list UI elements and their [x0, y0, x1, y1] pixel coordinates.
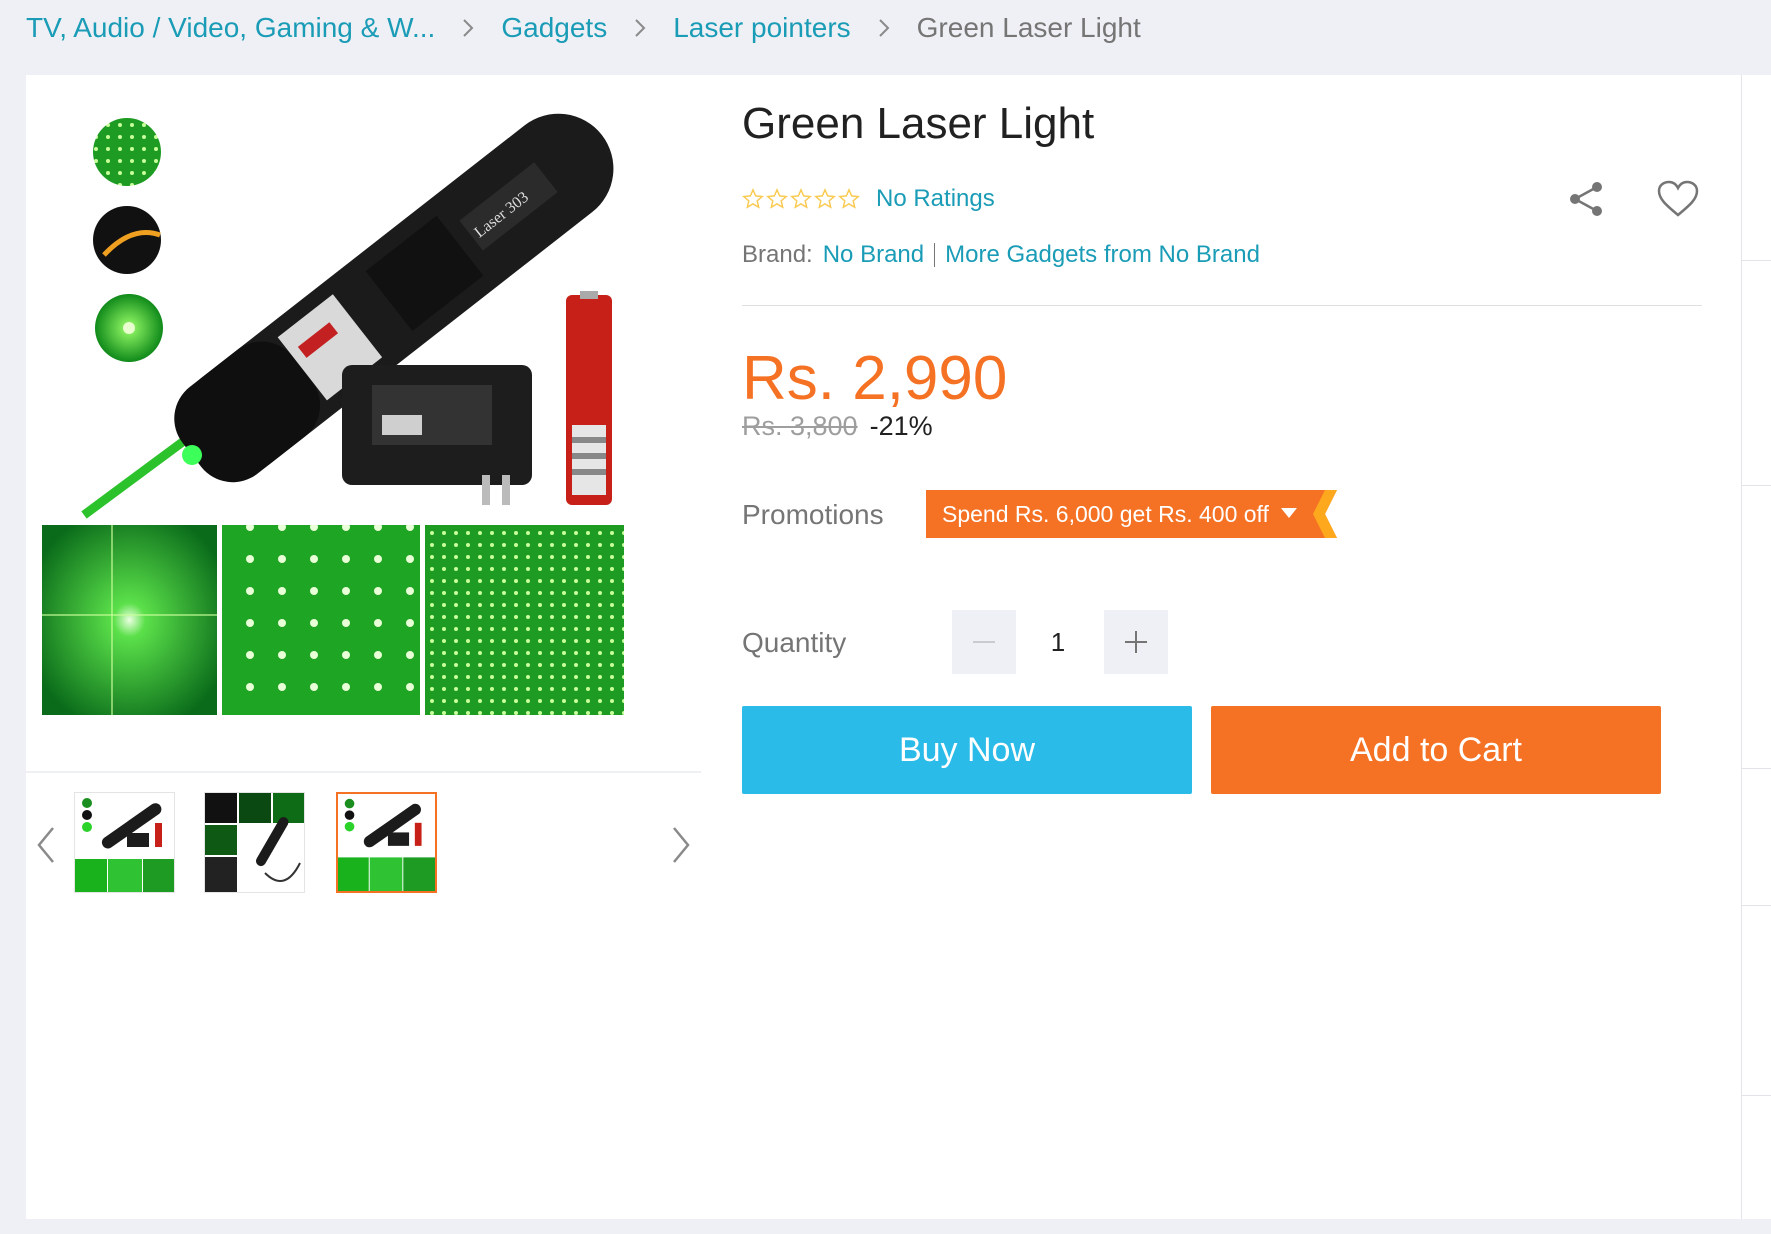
original-price-row: Rs. 3,800 -21% — [742, 411, 933, 442]
chevron-right-icon[interactable] — [661, 815, 701, 875]
star-icon — [814, 188, 836, 209]
promotion-dropdown[interactable]: Spend Rs. 6,000 get Rs. 400 off — [926, 490, 1337, 538]
more-from-brand-link[interactable]: More Gadgets from No Brand — [945, 241, 1260, 269]
brand-separator — [934, 243, 936, 267]
brand-row: Brand: No Brand More Gadgets from No Bra… — [742, 241, 1260, 269]
thumbnail-1[interactable] — [74, 792, 175, 893]
quantity-value[interactable]: 1 — [1016, 610, 1100, 674]
discount-percent: -21% — [869, 411, 933, 441]
thumbnail-1-image — [75, 793, 174, 892]
chevron-right-icon — [633, 17, 647, 39]
brand-label: Brand: — [742, 241, 813, 268]
gallery-divider — [26, 771, 701, 773]
promotion-text: Spend Rs. 6,000 get Rs. 400 off — [942, 500, 1269, 527]
current-price: Rs. 2,990 — [742, 344, 1008, 413]
chevron-right-icon — [877, 17, 891, 39]
laser-pointer-product-image: Laser 303 — [42, 95, 700, 745]
quantity-label: Quantity — [742, 627, 847, 658]
thumbnail-2-image — [205, 793, 304, 892]
breadcrumb-item-laser-pointers[interactable]: Laser pointers — [673, 12, 850, 44]
right-side-panel — [1741, 75, 1771, 1219]
rating-stars — [742, 188, 860, 210]
quantity-decrease-button[interactable] — [952, 610, 1016, 674]
breadcrumb-item-category[interactable]: TV, Audio / Video, Gaming & W... — [26, 12, 435, 44]
breadcrumb: TV, Audio / Video, Gaming & W... Gadgets… — [26, 10, 1141, 46]
quantity-increase-button[interactable] — [1104, 610, 1168, 674]
breadcrumb-item-gadgets[interactable]: Gadgets — [501, 12, 607, 44]
thumbnail-3-image — [338, 794, 435, 891]
ratings-link[interactable]: No Ratings — [876, 185, 995, 213]
plus-icon — [1125, 631, 1147, 653]
buy-now-button[interactable]: Buy Now — [742, 706, 1192, 794]
product-card: Laser 303 Green Laser Light No Ratings B… — [26, 75, 1741, 1219]
thumbnail-3[interactable] — [336, 792, 437, 893]
chevron-left-icon[interactable] — [26, 815, 66, 875]
product-rating: No Ratings — [742, 185, 995, 213]
minus-icon — [973, 641, 995, 643]
chevron-right-icon — [461, 17, 475, 39]
ribbon-notch-icon — [1312, 490, 1337, 538]
main-product-image[interactable]: Laser 303 — [42, 95, 700, 745]
product-title: Green Laser Light — [742, 99, 1095, 148]
add-to-cart-button[interactable]: Add to Cart — [1211, 706, 1661, 794]
star-icon — [766, 188, 788, 209]
original-price: Rs. 3,800 — [742, 411, 858, 441]
star-icon — [742, 188, 764, 209]
details-divider — [742, 305, 1702, 306]
thumbnail-2[interactable] — [204, 792, 305, 893]
star-icon — [838, 188, 860, 209]
star-icon — [790, 188, 812, 209]
share-icon[interactable] — [1566, 179, 1606, 219]
caret-down-icon — [1280, 508, 1297, 518]
brand-link[interactable]: No Brand — [823, 241, 924, 269]
breadcrumb-current: Green Laser Light — [916, 12, 1141, 43]
promotions-label: Promotions — [742, 499, 884, 530]
heart-icon[interactable] — [1656, 179, 1700, 219]
